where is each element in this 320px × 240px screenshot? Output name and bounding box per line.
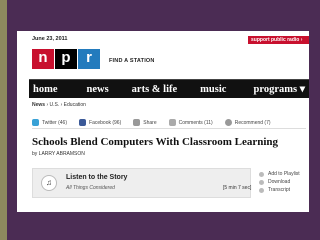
audio-player: ♫ Listen to the Story All Things Conside…: [32, 168, 251, 198]
breadcrumb: News › U.S. › Education: [32, 102, 86, 108]
comments-link[interactable]: Comments (11): [168, 119, 213, 126]
facebook-icon: [79, 119, 87, 126]
download-label: Download: [268, 179, 291, 185]
twitter-label: Twitter (46): [42, 119, 68, 126]
add-to-playlist-link[interactable]: Add to Playlist: [259, 170, 300, 178]
nav-arts-life[interactable]: arts & life: [132, 84, 177, 95]
nav-music[interactable]: music: [200, 84, 226, 95]
facebook-share[interactable]: Facebook (96): [79, 119, 121, 126]
left-purple-bar: [7, 0, 17, 240]
transcript-label: Transcript: [268, 187, 291, 193]
add-to-playlist-label: Add to Playlist: [268, 171, 300, 177]
plus-icon: [259, 171, 264, 177]
slide: June 23, 2011 support public radio › n p…: [0, 0, 320, 240]
left-olive-bar: [0, 0, 7, 240]
comment-icon: [168, 119, 176, 126]
audio-duration: [5 min 7 sec]: [223, 185, 252, 191]
npr-page-screenshot: June 23, 2011 support public radio › n p…: [29, 31, 309, 212]
page-date: June 23, 2011: [32, 36, 68, 42]
logo-letter-r: r: [78, 49, 100, 69]
share-label: Share: [143, 119, 157, 126]
download-link[interactable]: Download: [259, 178, 300, 186]
support-public-radio-button[interactable]: support public radio ›: [248, 36, 309, 44]
listen-to-story-link[interactable]: Listen to the Story: [66, 174, 127, 181]
program-name: All Things Considered: [66, 185, 115, 191]
comments-label: Comments (11): [178, 119, 213, 126]
right-purple-bar: [309, 31, 320, 240]
twitter-icon: [32, 119, 39, 126]
breadcrumb-path[interactable]: › U.S. › Education: [46, 102, 85, 108]
logo-letter-p: p: [55, 49, 77, 69]
recommend-icon: [224, 119, 232, 126]
main-nav: home news arts & life music programs ▾: [29, 79, 309, 98]
nav-news[interactable]: news: [87, 84, 109, 95]
share-icon: [133, 119, 141, 126]
nav-home[interactable]: home: [33, 84, 58, 95]
nav-programs[interactable]: programs ▾: [254, 83, 305, 95]
article-byline: by LARRY ABRAMSON: [32, 151, 85, 157]
share-button[interactable]: Share: [133, 119, 157, 126]
recommend-label: Recommend (7): [234, 119, 271, 126]
bottom-purple-bar: [17, 212, 309, 240]
download-icon: [259, 179, 264, 185]
transcript-icon: [259, 187, 264, 193]
breadcrumb-section[interactable]: News: [32, 102, 45, 108]
npr-logo[interactable]: n p r: [32, 49, 100, 69]
top-purple-bar: [17, 0, 320, 31]
share-bar: Twitter (46) Facebook (96) Share Comment…: [32, 117, 306, 129]
logo-letter-n: n: [32, 49, 54, 69]
audio-actions: Add to Playlist Download Transcript: [259, 170, 300, 194]
recommend-button[interactable]: Recommend (7): [224, 119, 271, 126]
article-headline: Schools Blend Computers With Classroom L…: [32, 136, 279, 148]
facebook-label: Facebook (96): [89, 119, 122, 126]
twitter-share[interactable]: Twitter (46): [32, 119, 67, 126]
find-a-station-link[interactable]: FIND A STATION: [109, 58, 155, 64]
transcript-link[interactable]: Transcript: [259, 186, 300, 194]
speaker-icon[interactable]: ♫: [41, 175, 57, 191]
